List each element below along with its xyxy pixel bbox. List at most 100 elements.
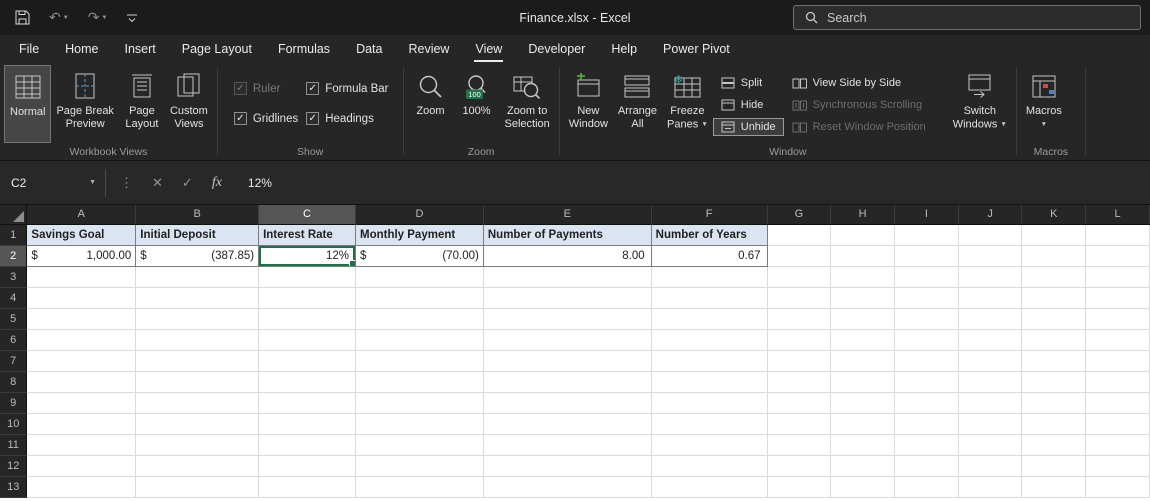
cell-I3[interactable]	[894, 266, 959, 288]
cell-C2[interactable]: 12%	[258, 244, 356, 267]
cell-L6[interactable]	[1085, 329, 1150, 351]
cell-F12[interactable]	[651, 455, 768, 477]
column-header-A[interactable]: A	[26, 205, 137, 225]
formula-input[interactable]: 12%	[236, 176, 272, 190]
cell-B3[interactable]	[135, 266, 260, 288]
cell-K10[interactable]	[1021, 413, 1087, 435]
row-header-13[interactable]: 13	[0, 476, 28, 498]
cell-L2[interactable]	[1085, 245, 1150, 267]
arrange-all-button[interactable]: Arrange All	[613, 65, 662, 143]
cell-A10[interactable]	[26, 413, 137, 435]
cell-H6[interactable]	[830, 329, 895, 351]
cell-G13[interactable]	[767, 476, 832, 498]
cell-A3[interactable]	[26, 266, 137, 288]
column-header-L[interactable]: L	[1085, 205, 1150, 225]
cell-F2[interactable]: 0.67	[650, 244, 768, 267]
switch-windows-button[interactable]: Switch Windows ▼	[948, 65, 1012, 143]
macros-button[interactable]: Macros ▼	[1021, 65, 1067, 143]
tab-help[interactable]: Help	[598, 35, 650, 63]
row-header-9[interactable]: 9	[0, 392, 28, 414]
cell-J5[interactable]	[958, 308, 1023, 330]
cell-A1[interactable]: Savings Goal	[26, 223, 137, 246]
cell-J7[interactable]	[958, 350, 1023, 372]
cell-L11[interactable]	[1085, 434, 1150, 456]
cell-G5[interactable]	[767, 308, 832, 330]
tab-data[interactable]: Data	[343, 35, 395, 63]
cell-J13[interactable]	[958, 476, 1023, 498]
row-header-8[interactable]: 8	[0, 371, 28, 393]
cell-B7[interactable]	[135, 350, 260, 372]
cell-C8[interactable]	[258, 371, 356, 393]
cell-G2[interactable]	[767, 245, 832, 267]
cell-L13[interactable]	[1085, 476, 1150, 498]
zoom-to-selection-button[interactable]: Zoom to Selection	[500, 65, 555, 143]
cell-I5[interactable]	[894, 308, 959, 330]
column-header-H[interactable]: H	[830, 205, 895, 225]
cell-F1[interactable]: Number of Years	[650, 223, 768, 246]
tab-power-pivot[interactable]: Power Pivot	[650, 35, 743, 63]
cell-D9[interactable]	[355, 392, 484, 414]
cell-I10[interactable]	[894, 413, 959, 435]
cell-E2[interactable]: 8.00	[482, 244, 652, 267]
cell-E5[interactable]	[483, 308, 652, 330]
tab-home[interactable]: Home	[52, 35, 111, 63]
cell-A12[interactable]	[26, 455, 137, 477]
row-header-4[interactable]: 4	[0, 287, 28, 309]
cell-F9[interactable]	[651, 392, 768, 414]
tab-file[interactable]: File	[6, 35, 52, 63]
cell-J12[interactable]	[958, 455, 1023, 477]
enter-icon[interactable]: ✓	[182, 175, 193, 191]
cell-K7[interactable]	[1021, 350, 1087, 372]
cell-K6[interactable]	[1021, 329, 1087, 351]
cell-H12[interactable]	[830, 455, 895, 477]
cell-I6[interactable]	[894, 329, 959, 351]
cell-E13[interactable]	[483, 476, 652, 498]
cell-J9[interactable]	[958, 392, 1023, 414]
cell-H8[interactable]	[830, 371, 895, 393]
cell-C5[interactable]	[258, 308, 356, 330]
cell-F8[interactable]	[651, 371, 768, 393]
cell-E10[interactable]	[483, 413, 652, 435]
split-button[interactable]: Split	[713, 74, 784, 92]
cell-H3[interactable]	[830, 266, 895, 288]
cell-J1[interactable]	[958, 224, 1023, 246]
cell-K13[interactable]	[1021, 476, 1087, 498]
cell-I2[interactable]	[894, 245, 959, 267]
cell-I9[interactable]	[894, 392, 959, 414]
cell-I1[interactable]	[894, 224, 959, 246]
column-header-J[interactable]: J	[958, 205, 1023, 225]
cell-A9[interactable]	[26, 392, 137, 414]
cell-G10[interactable]	[767, 413, 832, 435]
cell-H4[interactable]	[830, 287, 895, 309]
cell-A6[interactable]	[26, 329, 137, 351]
column-header-G[interactable]: G	[767, 205, 832, 225]
cell-B4[interactable]	[135, 287, 260, 309]
cell-I4[interactable]	[894, 287, 959, 309]
cell-E8[interactable]	[483, 371, 652, 393]
cell-A5[interactable]	[26, 308, 137, 330]
cell-K9[interactable]	[1021, 392, 1087, 414]
cell-K11[interactable]	[1021, 434, 1087, 456]
cell-L7[interactable]	[1085, 350, 1150, 372]
column-header-F[interactable]: F	[651, 205, 768, 225]
cell-K12[interactable]	[1021, 455, 1087, 477]
cell-K5[interactable]	[1021, 308, 1087, 330]
cell-L3[interactable]	[1085, 266, 1150, 288]
cell-H7[interactable]	[830, 350, 895, 372]
tab-review[interactable]: Review	[395, 35, 462, 63]
cell-F3[interactable]	[651, 266, 768, 288]
undo-button[interactable]: ↶ ▼	[49, 9, 69, 26]
cell-K4[interactable]	[1021, 287, 1087, 309]
cell-J11[interactable]	[958, 434, 1023, 456]
cell-D11[interactable]	[355, 434, 484, 456]
cell-G8[interactable]	[767, 371, 832, 393]
hide-button[interactable]: Hide	[713, 96, 784, 114]
cell-B12[interactable]	[135, 455, 260, 477]
view-side-by-side-button[interactable]: View Side by Side	[784, 74, 934, 92]
gridlines-checkbox[interactable]: ✓ Gridlines	[233, 112, 298, 125]
cell-E7[interactable]	[483, 350, 652, 372]
cell-C7[interactable]	[258, 350, 356, 372]
cell-D10[interactable]	[355, 413, 484, 435]
cell-A11[interactable]	[26, 434, 137, 456]
row-header-3[interactable]: 3	[0, 266, 28, 288]
